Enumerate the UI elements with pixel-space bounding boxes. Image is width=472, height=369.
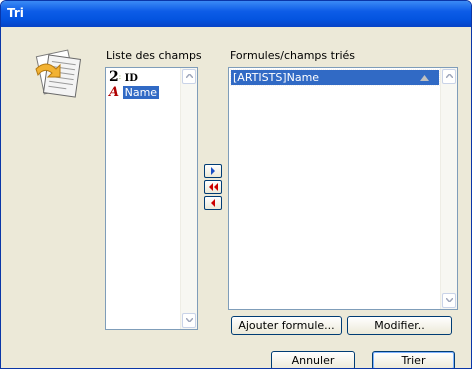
chevron-up-icon	[185, 74, 193, 78]
field-item-id[interactable]: 2: ID	[109, 70, 138, 85]
fields-listbox[interactable]: 2: ID A Name	[105, 67, 198, 330]
field-name: ID	[124, 73, 138, 84]
cancel-button[interactable]: Annuler	[271, 351, 355, 368]
sorted-listbox[interactable]: [ARTISTS]Name	[228, 67, 458, 310]
sort-button[interactable]: Trier	[372, 351, 455, 368]
number-type-icon: 2	[109, 69, 119, 85]
sort-dialog: Tri Liste des champs 2: ID A Name Formul…	[0, 0, 472, 369]
sorted-list-label: Formules/champs triés	[230, 49, 356, 62]
add-formula-button[interactable]: Ajouter formule...	[231, 316, 342, 335]
add-field-button[interactable]	[204, 164, 222, 178]
title-bar: Tri	[1, 1, 471, 27]
field-name: Name	[122, 86, 160, 99]
dialog-body: Liste des champs 2: ID A Name Formules/c…	[5, 27, 467, 368]
modify-button[interactable]: Modifier..	[347, 316, 452, 335]
text-type-icon: A	[109, 85, 120, 100]
remove-field-button[interactable]	[204, 196, 222, 210]
window-title: Tri	[7, 6, 24, 20]
remove-all-button[interactable]	[204, 180, 222, 194]
sorted-item[interactable]: [ARTISTS]Name	[230, 69, 440, 86]
scroll-up-button[interactable]	[442, 69, 456, 84]
scroll-up-button[interactable]	[182, 69, 196, 84]
fields-scrollbar[interactable]	[180, 68, 197, 329]
scroll-down-button[interactable]	[182, 313, 196, 328]
chevron-down-icon	[445, 298, 453, 302]
double-arrow-left-icon	[209, 183, 218, 191]
sorted-item-text: [ARTISTS]Name	[233, 71, 320, 84]
chevron-up-icon	[445, 74, 453, 78]
arrow-left-icon	[211, 199, 215, 207]
field-item-name[interactable]: A Name	[109, 85, 160, 100]
arrow-right-icon	[211, 167, 215, 175]
chevron-down-icon	[185, 318, 193, 322]
scroll-down-button[interactable]	[442, 293, 456, 308]
fields-list-label: Liste des champs	[106, 49, 202, 62]
sort-documents-icon	[28, 45, 88, 105]
sorted-scrollbar[interactable]	[440, 68, 457, 309]
ascending-order-icon[interactable]	[420, 75, 429, 81]
